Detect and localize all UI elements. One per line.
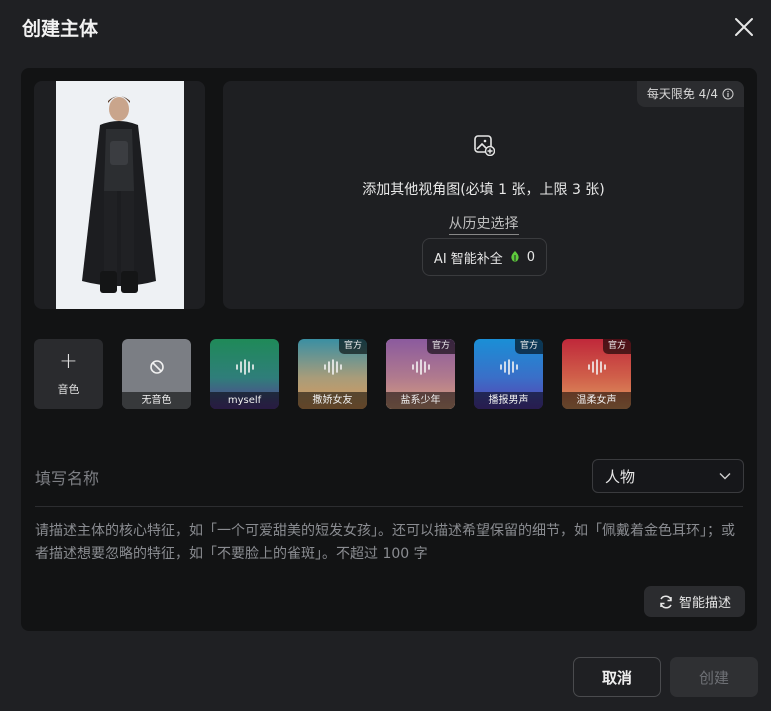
divider xyxy=(35,506,743,507)
plus-icon: + xyxy=(59,349,78,374)
official-tag: 官方 xyxy=(426,339,455,354)
official-tag: 官方 xyxy=(602,339,631,354)
voice-label: 播报男声 xyxy=(474,392,543,409)
add-image-icon[interactable] xyxy=(473,134,495,156)
create-button[interactable]: 创建 xyxy=(670,657,758,697)
description-input[interactable]: 请描述主体的核心特征，如「一个可爱甜美的短发女孩」。还可以描述希望保留的细节，如… xyxy=(35,520,740,566)
close-icon[interactable] xyxy=(733,16,755,38)
voice-tile-myself[interactable]: myself xyxy=(210,339,279,409)
voice-tile-yanxi[interactable]: 官方 盐系少年 xyxy=(386,339,455,409)
history-select-link-wrap: 从历史选择 xyxy=(223,213,744,235)
chevron-down-icon xyxy=(719,473,731,480)
info-icon[interactable] xyxy=(722,88,734,100)
add-voice-button[interactable]: + 音色 xyxy=(34,339,103,409)
voice-label: 盐系少年 xyxy=(386,392,455,409)
voice-label: 撒娇女友 xyxy=(298,392,367,409)
voice-label: 温柔女声 xyxy=(562,392,631,409)
smart-describe-label: 智能描述 xyxy=(678,596,731,611)
waveform-icon xyxy=(236,359,254,375)
upload-area[interactable]: 每天限免 4/4 添加其他视角图(必填 1 张，上限 3 张) 从历史选择 AI… xyxy=(223,81,744,309)
waveform-icon xyxy=(500,359,518,375)
ai-complete-label: AI 智能补全 xyxy=(433,251,503,267)
voice-tile-sajiao[interactable]: 官方 撒娇女友 xyxy=(298,339,367,409)
waveform-icon xyxy=(588,359,606,375)
cancel-button[interactable]: 取消 xyxy=(573,657,661,697)
subject-image xyxy=(56,81,184,309)
dialog-title: 创建主体 xyxy=(22,18,99,40)
voice-label: myself xyxy=(210,392,279,409)
ai-complete-button[interactable]: AI 智能补全 0 xyxy=(422,238,547,276)
smart-describe-button[interactable]: 智能描述 xyxy=(644,586,745,617)
no-voice-icon xyxy=(150,360,164,374)
voice-tile-wenrou[interactable]: 官方 温柔女声 xyxy=(562,339,631,409)
name-input[interactable]: 填写名称 xyxy=(35,465,99,489)
history-select-link[interactable]: 从历史选择 xyxy=(448,216,519,235)
refresh-icon xyxy=(660,594,672,609)
upload-hint: 添加其他视角图(必填 1 张，上限 3 张) xyxy=(362,182,605,198)
waveform-icon xyxy=(324,359,342,375)
voice-label: 无音色 xyxy=(122,392,191,409)
official-tag: 官方 xyxy=(338,339,367,354)
type-select[interactable]: 人物 xyxy=(592,459,744,493)
add-voice-label: 音色 xyxy=(57,383,80,396)
create-subject-panel: 每天限免 4/4 添加其他视角图(必填 1 张，上限 3 张) 从历史选择 AI… xyxy=(21,68,757,631)
voice-tile-none[interactable]: 无音色 xyxy=(122,339,191,409)
official-tag: 官方 xyxy=(514,339,543,354)
quota-label: 每天限免 4/4 xyxy=(646,87,718,101)
credit-leaf-icon xyxy=(511,251,519,262)
waveform-icon xyxy=(412,359,430,375)
voice-list: + 音色 无音色 myself 官方 撒娇女友 官方 盐系少年 官方 播报男声 … xyxy=(34,339,734,409)
type-select-value: 人物 xyxy=(605,467,636,486)
voice-tile-bobao[interactable]: 官方 播报男声 xyxy=(474,339,543,409)
ai-credit-count: 0 xyxy=(526,249,536,265)
subject-preview xyxy=(34,81,205,309)
quota-badge: 每天限免 4/4 xyxy=(636,81,744,107)
